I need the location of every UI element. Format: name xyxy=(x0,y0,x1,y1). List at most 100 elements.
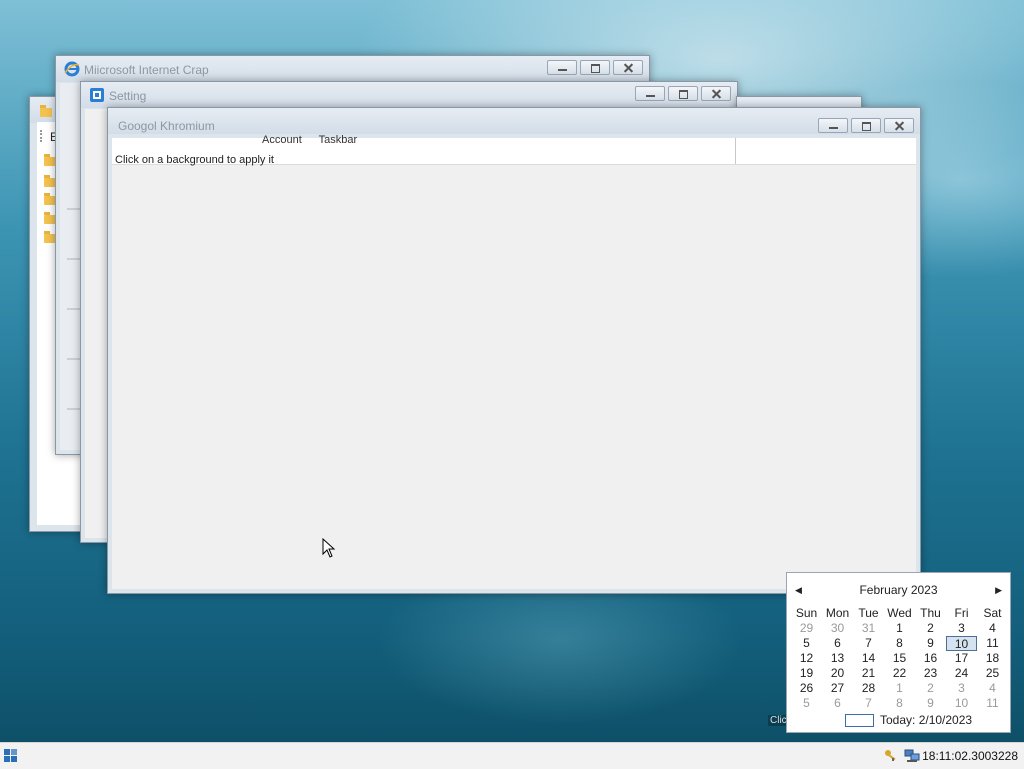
desktop[interactable]: E Miicrosoft Internet Crap Setting Googo… xyxy=(0,0,1024,742)
minimize-button[interactable] xyxy=(547,60,577,75)
calendar-day[interactable]: 7 xyxy=(853,636,884,651)
setting-title: Setting xyxy=(109,89,147,103)
today-link[interactable]: Today: 2/10/2023 xyxy=(845,713,972,727)
chromium-window[interactable]: Googol Khromium Account Taskbar Click on… xyxy=(107,107,921,594)
calendar-day[interactable]: 2 xyxy=(915,681,946,696)
calendar-day[interactable]: 26 xyxy=(791,681,822,696)
divider xyxy=(67,358,81,360)
calendar-day[interactable]: 23 xyxy=(915,666,946,681)
calendar-day[interactable]: 22 xyxy=(884,666,915,681)
calendar-day[interactable]: 31 xyxy=(853,621,884,636)
calendar-day[interactable]: 1 xyxy=(884,621,915,636)
close-button[interactable] xyxy=(613,60,643,75)
calendar-day[interactable]: 10 xyxy=(946,636,977,651)
calendar-day[interactable]: 8 xyxy=(884,636,915,651)
calendar-day[interactable]: 3 xyxy=(946,621,977,636)
calendar-day[interactable]: 4 xyxy=(977,621,1008,636)
calendar-day[interactable]: 29 xyxy=(791,621,822,636)
start-logo-icon[interactable] xyxy=(4,749,18,763)
minimize-icon xyxy=(819,119,847,132)
ie-logo-icon xyxy=(64,61,80,77)
calendar-day[interactable]: 5 xyxy=(791,696,822,711)
mouse-cursor-icon xyxy=(322,538,336,558)
calendar-week-row: 29 30 31 1 2 3 4 xyxy=(791,621,1008,636)
calendar-day[interactable]: 9 xyxy=(915,636,946,651)
today-marker xyxy=(845,713,874,727)
calendar-day[interactable]: 24 xyxy=(946,666,977,681)
calendar-day[interactable]: 18 xyxy=(977,651,1008,666)
close-icon xyxy=(614,61,642,74)
divider xyxy=(67,208,81,210)
calendar-week-row: 12 13 14 15 16 17 18 xyxy=(791,651,1008,666)
taskbar-clock[interactable]: 18:11:02.3003228 xyxy=(922,749,1018,763)
calendar-grid: Sun Mon Tue Wed Thu Fri Sat 29 30 31 1 2 3 4 5 6 7 8 9 10 11… xyxy=(791,606,1008,711)
calendar-day[interactable]: 1 xyxy=(884,681,915,696)
tab-taskbar[interactable]: Taskbar xyxy=(319,134,358,146)
side-panel xyxy=(735,138,916,164)
maximize-button[interactable] xyxy=(851,118,881,133)
chromium-title: Googol Khromium xyxy=(118,119,215,133)
calendar-week-row: 19 20 21 22 23 24 25 xyxy=(791,666,1008,681)
calendar-week-row: 26 27 28 1 2 3 4 xyxy=(791,681,1008,696)
calendar-day[interactable]: 13 xyxy=(822,651,853,666)
divider xyxy=(67,308,81,310)
calendar-day[interactable]: 9 xyxy=(915,696,946,711)
calendar-day[interactable]: 25 xyxy=(977,666,1008,681)
calendar-day[interactable]: 2 xyxy=(915,621,946,636)
toolbar-grip xyxy=(40,130,44,142)
calendar-day[interactable]: 27 xyxy=(822,681,853,696)
calendar-day[interactable]: 5 xyxy=(791,636,822,651)
background-hint: Click on a background to apply it xyxy=(115,154,274,166)
calendar-day[interactable]: 28 xyxy=(853,681,884,696)
minimize-icon xyxy=(548,61,576,74)
calendar-day[interactable]: 6 xyxy=(822,696,853,711)
calendar-day[interactable]: 11 xyxy=(977,636,1008,651)
maximize-icon xyxy=(852,119,880,132)
calendar-day[interactable]: 12 xyxy=(791,651,822,666)
minimize-button[interactable] xyxy=(818,118,848,133)
calendar-day[interactable]: 20 xyxy=(822,666,853,681)
calendar-day[interactable]: 15 xyxy=(884,651,915,666)
calendar-day[interactable]: 17 xyxy=(946,651,977,666)
close-button[interactable] xyxy=(884,118,914,133)
maximize-icon xyxy=(581,61,609,74)
ie-titlebar[interactable]: Miicrosoft Internet Crap xyxy=(56,56,649,82)
calendar-day[interactable]: 10 xyxy=(946,696,977,711)
tab-account[interactable]: Account xyxy=(262,134,302,146)
setting-window-icon xyxy=(90,88,104,102)
maximize-icon xyxy=(669,87,697,100)
calendar-day[interactable]: 7 xyxy=(853,696,884,711)
maximize-button[interactable] xyxy=(668,86,698,101)
calendar-weekday-label: Sat xyxy=(983,606,1002,620)
calendar-day[interactable]: 3 xyxy=(946,681,977,696)
chromium-content[interactable]: Account Taskbar Click on a background to… xyxy=(112,134,916,589)
today-label: Today: 2/10/2023 xyxy=(880,713,973,727)
maximize-button[interactable] xyxy=(580,60,610,75)
calendar-day[interactable]: 11 xyxy=(977,696,1008,711)
calendar-day[interactable]: 14 xyxy=(853,651,884,666)
close-button[interactable] xyxy=(701,86,731,101)
network-icon[interactable] xyxy=(904,749,920,763)
calendar-day[interactable]: 21 xyxy=(853,666,884,681)
calendar-weekday-label: Tue xyxy=(858,606,879,620)
calendar-day[interactable]: 8 xyxy=(884,696,915,711)
next-month-button[interactable]: ▶ xyxy=(995,585,1002,596)
chromium-titlebar[interactable]: Googol Khromium xyxy=(108,108,920,134)
calendar-day[interactable]: 6 xyxy=(822,636,853,651)
calendar-day[interactable]: 19 xyxy=(791,666,822,681)
calendar-day[interactable]: 4 xyxy=(977,681,1008,696)
setting-titlebar[interactable]: Setting xyxy=(81,82,737,108)
calendar-popup[interactable]: ◀ February 2023 ▶ Sun Mon Tue Wed Thu Fri Sat 2… xyxy=(786,572,1011,733)
calendar-weekday-label: Thu xyxy=(920,606,941,620)
calendar-weekday-label: Fri xyxy=(954,606,969,620)
minimize-button[interactable] xyxy=(635,86,665,101)
calendar-week-row: 5 6 7 8 9 10 11 xyxy=(791,636,1008,651)
calendar-day[interactable]: 16 xyxy=(915,651,946,666)
calendar-month-label[interactable]: February 2023 xyxy=(787,583,1010,599)
settings-strip: Account Taskbar Click on a background to… xyxy=(112,134,916,166)
folder-icon xyxy=(40,105,52,117)
key-icon[interactable] xyxy=(883,749,899,763)
calendar-day[interactable]: 30 xyxy=(822,621,853,636)
calendar-weekday-row: Sun Mon Tue Wed Thu Fri Sat xyxy=(791,606,1008,621)
divider xyxy=(67,408,81,410)
